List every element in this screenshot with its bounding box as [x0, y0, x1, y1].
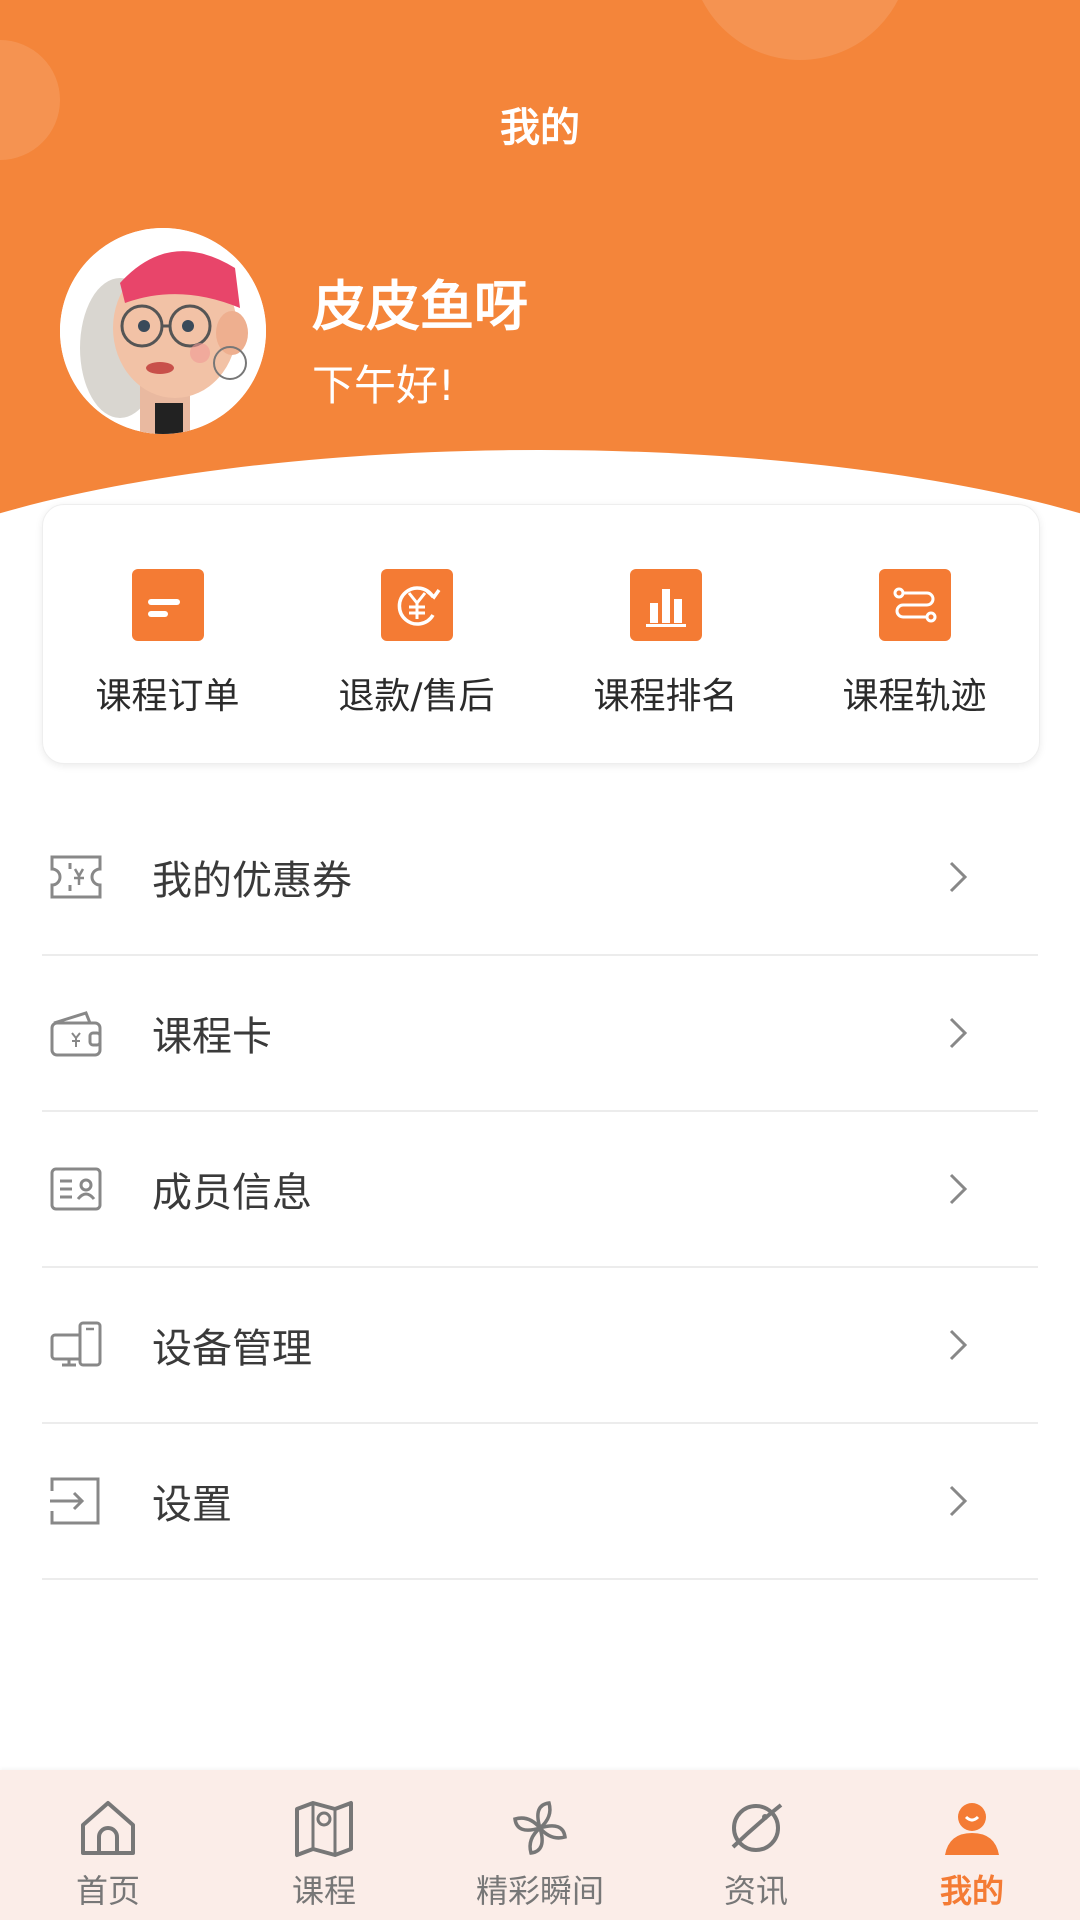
menu-item-settings[interactable]: 设置 — [42, 1424, 1038, 1580]
tab-courses[interactable]: 课程 — [224, 1770, 424, 1912]
greeting-text: 下午好! — [312, 361, 455, 410]
tab-label: 资讯 — [723, 1872, 788, 1910]
quick-action-course-orders[interactable]: 课程订单 — [48, 505, 288, 719]
chevron-right-icon — [928, 1159, 988, 1219]
avatar[interactable] — [60, 228, 266, 434]
device-icon — [48, 1317, 104, 1373]
tab-highlights[interactable]: 精彩瞬间 — [440, 1770, 640, 1912]
chevron-right-icon — [928, 847, 988, 907]
refund-yen-icon — [380, 569, 453, 641]
quick-action-refund[interactable]: 退款/售后 — [297, 505, 537, 719]
menu-item-label: 课程卡 — [152, 1014, 272, 1060]
bar-chart-icon — [629, 569, 702, 641]
menu-item-device-management[interactable]: 设备管理 — [42, 1268, 1038, 1424]
chevron-right-icon — [928, 1003, 988, 1063]
planet-icon — [720, 1792, 792, 1864]
quick-action-label: 课程轨迹 — [842, 676, 987, 717]
tab-home[interactable]: 首页 — [8, 1770, 208, 1912]
menu-item-label: 成员信息 — [152, 1170, 312, 1216]
chevron-right-icon — [928, 1471, 988, 1531]
route-icon — [878, 569, 951, 641]
tab-label: 精彩瞬间 — [475, 1872, 604, 1910]
quick-action-label: 退款/售后 — [338, 676, 495, 717]
quick-action-course-ranking[interactable]: 课程排名 — [546, 505, 786, 719]
avatar-illustration-icon — [60, 228, 266, 434]
tab-mine[interactable]: 我的 — [872, 1770, 1072, 1912]
quick-action-course-track[interactable]: 课程轨迹 — [795, 505, 1035, 719]
bottom-tab-bar: 首页 课程 精彩瞬间 资讯 我的 — [0, 1770, 1080, 1920]
quick-actions-card: 课程订单 退款/售后 课程排名 课程轨迹 — [42, 504, 1040, 764]
quick-action-label: 课程排名 — [593, 676, 738, 717]
chevron-right-icon — [928, 1315, 988, 1375]
profile-icon — [936, 1792, 1008, 1864]
pinwheel-icon — [504, 1792, 576, 1864]
decorative-bubble — [690, 0, 910, 60]
menu-item-coupons[interactable]: 我的优惠券 — [42, 800, 1038, 956]
home-icon — [72, 1792, 144, 1864]
clipboard-icon — [131, 569, 204, 641]
tab-news[interactable]: 资讯 — [656, 1770, 856, 1912]
menu-item-course-card[interactable]: 课程卡 — [42, 956, 1038, 1112]
tab-label: 课程 — [291, 1872, 356, 1910]
member-card-icon — [48, 1161, 104, 1217]
wallet-card-icon — [48, 1005, 104, 1061]
menu-list: 我的优惠券 课程卡 成员信息 设备管理 设置 — [42, 800, 1038, 1580]
menu-item-label: 设备管理 — [152, 1326, 312, 1372]
tab-label: 我的 — [939, 1872, 1004, 1910]
exit-settings-icon — [48, 1473, 104, 1529]
username: 皮皮鱼呀 — [312, 275, 528, 338]
quick-action-label: 课程订单 — [95, 676, 240, 717]
menu-item-label: 设置 — [152, 1482, 232, 1528]
menu-item-member-info[interactable]: 成员信息 — [42, 1112, 1038, 1268]
menu-item-label: 我的优惠券 — [152, 858, 352, 904]
coupon-icon — [48, 849, 104, 905]
tab-label: 首页 — [75, 1872, 140, 1910]
map-icon — [288, 1792, 360, 1864]
page-title: 我的 — [500, 105, 580, 151]
